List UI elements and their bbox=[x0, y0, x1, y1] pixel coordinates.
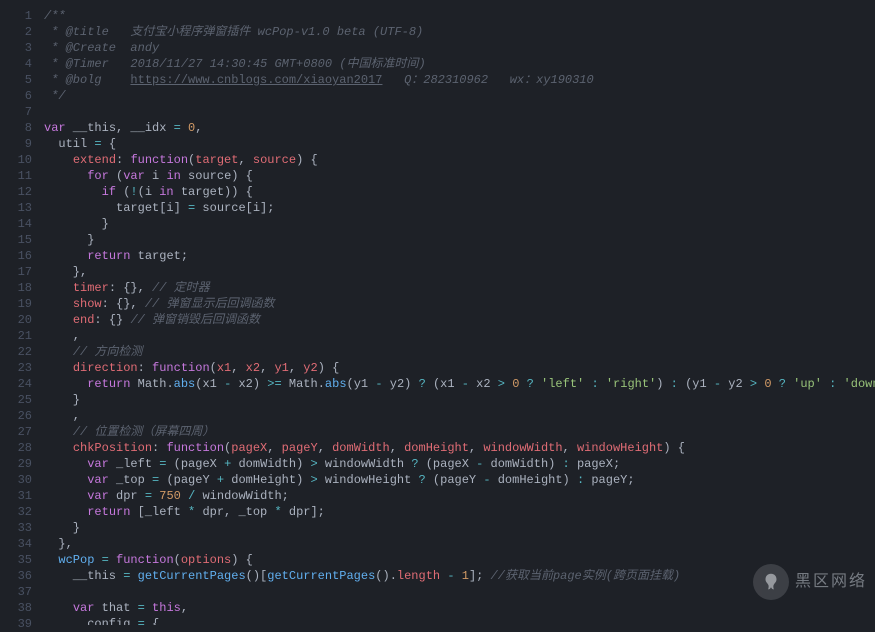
line-number: 33 bbox=[0, 520, 32, 536]
line-number: 22 bbox=[0, 344, 32, 360]
line-number: 5 bbox=[0, 72, 32, 88]
code-line: for (var i in source) { bbox=[44, 168, 875, 184]
code-line: __this = getCurrentPages()[getCurrentPag… bbox=[44, 568, 875, 584]
code-line: var __this, __idx = 0, bbox=[44, 120, 875, 136]
line-number: 3 bbox=[0, 40, 32, 56]
line-number: 36 bbox=[0, 568, 32, 584]
line-number: 15 bbox=[0, 232, 32, 248]
code-line: * @Create andy bbox=[44, 40, 875, 56]
line-number: 14 bbox=[0, 216, 32, 232]
code-line: * @Timer 2018/11/27 14:30:45 GMT+0800 (中… bbox=[44, 56, 875, 72]
line-number: 39 bbox=[0, 616, 32, 632]
code-line: direction: function(x1, x2, y1, y2) { bbox=[44, 360, 875, 376]
code-line: // 位置检测（屏幕四周） bbox=[44, 424, 875, 440]
line-number: 35 bbox=[0, 552, 32, 568]
code-line: wcPop = function(options) { bbox=[44, 552, 875, 568]
code-line: util = { bbox=[44, 136, 875, 152]
line-number: 37 bbox=[0, 584, 32, 600]
code-line: extend: function(target, source) { bbox=[44, 152, 875, 168]
line-number: 8 bbox=[0, 120, 32, 136]
line-number: 30 bbox=[0, 472, 32, 488]
line-number: 19 bbox=[0, 296, 32, 312]
line-number: 23 bbox=[0, 360, 32, 376]
code-line: } bbox=[44, 392, 875, 408]
code-line: , bbox=[44, 328, 875, 344]
code-line: return Math.abs(x1 - x2) >= Math.abs(y1 … bbox=[44, 376, 875, 392]
line-number: 6 bbox=[0, 88, 32, 104]
code-line: // 方向检测 bbox=[44, 344, 875, 360]
code-line: config = { bbox=[44, 616, 875, 625]
code-line: * @bolg https://www.cnblogs.com/xiaoyan2… bbox=[44, 72, 875, 88]
code-line: return target; bbox=[44, 248, 875, 264]
line-number: 27 bbox=[0, 424, 32, 440]
line-number: 29 bbox=[0, 456, 32, 472]
line-number: 13 bbox=[0, 200, 32, 216]
code-line: var _left = (pageX + domWidth) > windowW… bbox=[44, 456, 875, 472]
line-number: 38 bbox=[0, 600, 32, 616]
line-number: 21 bbox=[0, 328, 32, 344]
code-line: timer: {}, // 定时器 bbox=[44, 280, 875, 296]
line-number-gutter: 1234567891011121314151617181920212223242… bbox=[0, 0, 44, 625]
code-line: } bbox=[44, 232, 875, 248]
code-line: chkPosition: function(pageX, pageY, domW… bbox=[44, 440, 875, 456]
line-number: 18 bbox=[0, 280, 32, 296]
line-number: 7 bbox=[0, 104, 32, 120]
line-number: 2 bbox=[0, 24, 32, 40]
line-number: 11 bbox=[0, 168, 32, 184]
line-number: 25 bbox=[0, 392, 32, 408]
code-line: }, bbox=[44, 536, 875, 552]
watermark-icon bbox=[753, 564, 789, 600]
watermark-text: 黑区网络 bbox=[795, 574, 867, 590]
line-number: 9 bbox=[0, 136, 32, 152]
code-line: end: {} // 弹窗销毁后回调函数 bbox=[44, 312, 875, 328]
line-number: 17 bbox=[0, 264, 32, 280]
line-number: 20 bbox=[0, 312, 32, 328]
code-line: } bbox=[44, 520, 875, 536]
line-number: 34 bbox=[0, 536, 32, 552]
code-line bbox=[44, 584, 875, 600]
watermark: 黑区网络 bbox=[753, 564, 867, 600]
code-line: */ bbox=[44, 88, 875, 104]
code-line: * @title 支付宝小程序弹窗插件 wcPop-v1.0 beta (UTF… bbox=[44, 24, 875, 40]
code-line: target[i] = source[i]; bbox=[44, 200, 875, 216]
code-line: if (!(i in target)) { bbox=[44, 184, 875, 200]
code-line: var _top = (pageY + domHeight) > windowH… bbox=[44, 472, 875, 488]
code-line: var that = this, bbox=[44, 600, 875, 616]
code-line: } bbox=[44, 216, 875, 232]
line-number: 31 bbox=[0, 488, 32, 504]
code-line: var dpr = 750 / windowWidth; bbox=[44, 488, 875, 504]
line-number: 16 bbox=[0, 248, 32, 264]
line-number: 4 bbox=[0, 56, 32, 72]
code-area[interactable]: /** * @title 支付宝小程序弹窗插件 wcPop-v1.0 beta … bbox=[44, 0, 875, 625]
line-number: 10 bbox=[0, 152, 32, 168]
code-line: return [_left * dpr, _top * dpr]; bbox=[44, 504, 875, 520]
code-editor: 1234567891011121314151617181920212223242… bbox=[0, 0, 875, 625]
line-number: 24 bbox=[0, 376, 32, 392]
code-line bbox=[44, 104, 875, 120]
code-line: show: {}, // 弹窗显示后回调函数 bbox=[44, 296, 875, 312]
code-line: , bbox=[44, 408, 875, 424]
code-line: }, bbox=[44, 264, 875, 280]
line-number: 28 bbox=[0, 440, 32, 456]
line-number: 12 bbox=[0, 184, 32, 200]
line-number: 32 bbox=[0, 504, 32, 520]
line-number: 26 bbox=[0, 408, 32, 424]
code-line: /** bbox=[44, 8, 875, 24]
line-number: 1 bbox=[0, 8, 32, 24]
